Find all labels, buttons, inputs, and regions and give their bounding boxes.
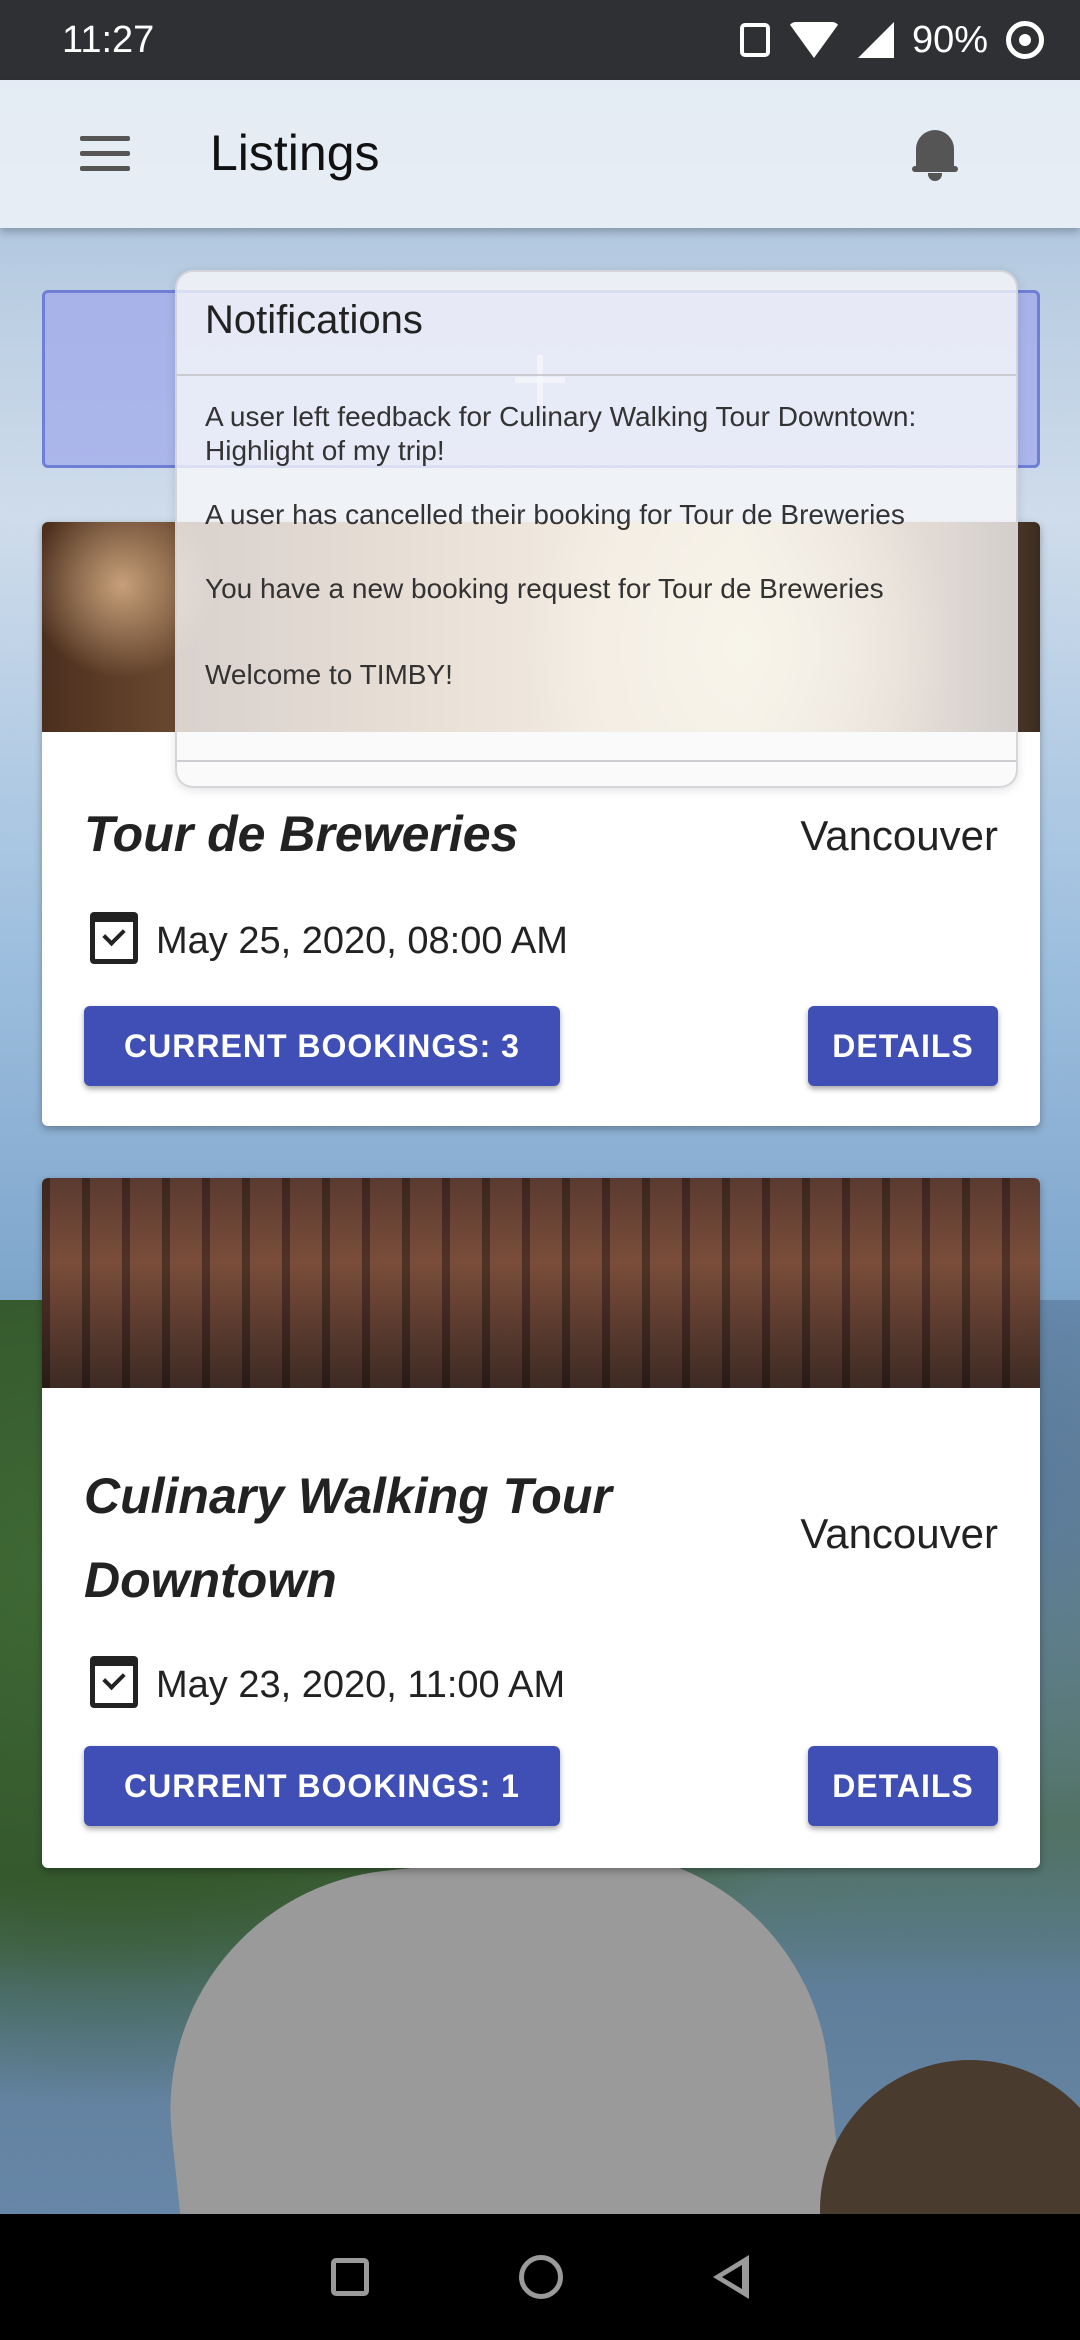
current-bookings-button[interactable]: CURRENT BOOKINGS: 3 — [84, 1006, 560, 1086]
listing-city: Vancouver — [800, 812, 998, 859]
details-button[interactable]: DETAILS — [808, 1746, 998, 1826]
menu-icon[interactable] — [80, 136, 130, 172]
calendar-icon — [90, 912, 138, 964]
listing-title: Culinary Walking Tour Downtown — [84, 1468, 612, 1608]
notifications-header: Notifications — [177, 272, 1016, 376]
status-bar: 11:27 90% — [0, 0, 1080, 80]
listing-title: Tour de Breweries — [84, 806, 519, 862]
status-icons: 90% — [739, 18, 1044, 62]
details-button[interactable]: DETAILS — [808, 1006, 998, 1086]
notifications-dropdown: Notifications A user left feedback for C… — [175, 270, 1018, 788]
battery-percentage: 90% — [911, 18, 988, 61]
app-bar: Listings — [0, 80, 1080, 228]
status-time: 11:27 — [62, 18, 155, 61]
current-bookings-button[interactable]: CURRENT BOOKINGS: 1 — [84, 1746, 560, 1826]
wifi-icon — [787, 22, 840, 58]
notification-item[interactable]: You have a new booking request for Tour … — [177, 572, 1016, 632]
notifications-divider — [177, 760, 1016, 762]
notification-item[interactable]: Welcome to TIMBY! — [177, 658, 1016, 708]
notification-item[interactable]: A user left feedback for Culinary Walkin… — [177, 400, 1016, 472]
listing-date: May 23, 2020, 11:00 AM — [156, 1664, 566, 1706]
listing-card: Culinary Walking Tour Downtown Vancouver… — [42, 1178, 1040, 1868]
signal-icon — [857, 22, 894, 58]
listing-city: Vancouver — [800, 1510, 998, 1557]
back-icon[interactable] — [713, 2255, 749, 2299]
notification-item[interactable]: A user has cancelled their booking for T… — [177, 498, 1016, 558]
system-navigation-bar — [0, 2214, 1080, 2340]
bell-icon[interactable] — [912, 126, 958, 182]
home-icon[interactable] — [519, 2255, 563, 2299]
page-title: Listings — [210, 125, 380, 181]
listing-image — [42, 1178, 1040, 1388]
calendar-icon — [90, 1656, 138, 1708]
recent-apps-icon[interactable] — [331, 2258, 369, 2296]
vibrate-icon — [739, 23, 770, 57]
sync-icon — [1006, 21, 1044, 59]
listing-date: May 25, 2020, 08:00 AM — [156, 920, 568, 962]
